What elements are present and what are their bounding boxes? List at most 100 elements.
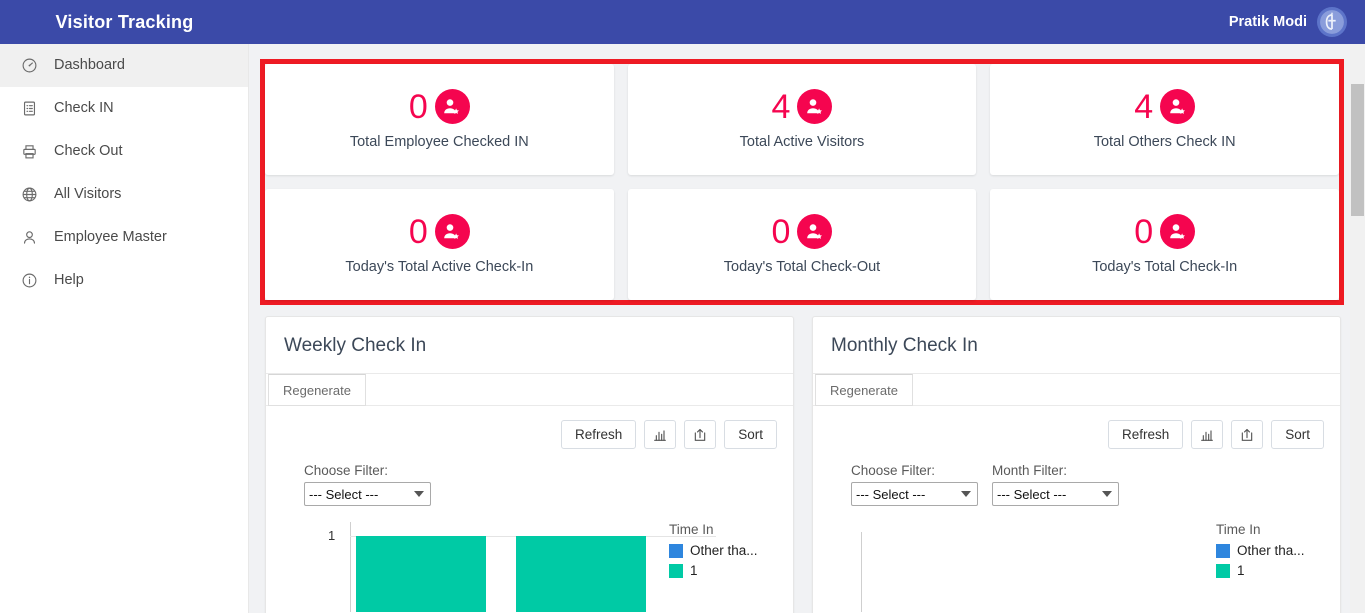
panel-tabstrip: Regenerate [266,374,793,406]
refresh-button[interactable]: Refresh [1107,420,1184,449]
kpi-card-grid: 0 Total Employee Checked IN 4 Total Acti… [265,64,1339,300]
chart-bar[interactable] [356,536,486,612]
legend-swatch [1216,563,1230,578]
sidebar-item-check-out[interactable]: Check Out [0,130,248,173]
panel-toolbar: Refresh Sort [813,406,1340,449]
topbar-user-area[interactable]: Pratik Modi [1229,0,1365,44]
sidebar-item-employee-master[interactable]: Employee Master [0,216,248,259]
kpi-label: Total Active Visitors [739,134,865,150]
panel-filters: Choose Filter: --- Select --- [266,449,793,506]
weekly-chart: 1 Time In Other tha... 1 [266,522,793,612]
sidebar-item-all-visitors[interactable]: All Visitors [0,173,248,216]
chart-legend: Time In Other tha... 1 [1216,522,1326,583]
sidebar-item-label: Check IN [54,100,114,117]
monthly-chart: Time In Other tha... 1 [813,522,1340,612]
top-bar: Visitor Tracking Pratik Modi [0,0,1365,44]
user-name-label: Pratik Modi [1228,14,1307,30]
app-root: Visitor Tracking Pratik Modi Dashboard C… [0,0,1365,613]
sort-button[interactable]: Sort [1271,420,1324,449]
legend-swatch [1216,543,1230,558]
kpi-top-row: 0 [409,214,470,249]
kpi-value: 0 [1134,212,1154,251]
panel-tabstrip: Regenerate [813,374,1340,406]
legend-item[interactable]: Other tha... [669,543,779,558]
sidebar-item-label: Employee Master [54,229,167,246]
chart-bar[interactable] [516,536,646,612]
kpi-card-todays-total-active-check-in[interactable]: 0 Today's Total Active Check-In [265,189,614,300]
kpi-label: Total Others Check IN [1093,134,1236,150]
kpi-card-total-others-check-in[interactable]: 4 Total Others Check IN [990,64,1339,175]
kpi-value: 0 [408,87,428,126]
clipboard-list-icon [20,100,38,118]
filter-month: Month Filter: --- Select --- [992,463,1119,506]
chart-legend: Time In Other tha... 1 [669,522,779,583]
dashboard-gauge-icon [20,57,38,75]
chart-plot-area [350,522,653,612]
sidebar-item-help[interactable]: Help [0,259,248,302]
filter-label: Month Filter: [992,463,1068,478]
panel-weekly-check-in: Weekly Check In Regenerate Refresh Sort … [265,316,794,613]
sidebar-item-check-in[interactable]: Check IN [0,87,248,130]
kpi-card-todays-total-check-in[interactable]: 0 Today's Total Check-In [990,189,1339,300]
info-circle-icon [20,272,38,290]
kpi-top-row: 0 [772,214,833,249]
panel-toolbar: Refresh Sort [266,406,793,449]
kpi-card-total-active-visitors[interactable]: 4 Total Active Visitors [627,64,977,175]
month-filter-select[interactable]: --- Select --- [992,482,1119,506]
legend-label: Other tha... [690,543,758,558]
panel-title: Monthly Check In [813,317,1340,374]
user-star-icon [797,89,833,124]
choose-filter-value: --- Select --- [309,486,379,502]
user-star-icon [1160,214,1196,249]
brand-title: Visitor Tracking [0,0,249,44]
panel-monthly-check-in: Monthly Check In Regenerate Refresh Sort… [812,316,1341,613]
legend-item[interactable]: 1 [669,563,779,578]
main-content: 0 Total Employee Checked IN 4 Total Acti… [249,44,1365,613]
kpi-value: 0 [771,212,791,251]
chevron-down-icon [1102,491,1112,497]
sidebar-item-dashboard[interactable]: Dashboard [0,44,248,87]
user-star-icon [1160,89,1196,124]
kpi-card-total-employee-checked-in[interactable]: 0 Total Employee Checked IN [265,64,614,175]
vertical-scrollbar-thumb[interactable] [1351,84,1364,216]
legend-item[interactable]: Other tha... [1216,543,1326,558]
user-star-icon [797,214,833,249]
chevron-down-icon [961,491,971,497]
choose-filter-select[interactable]: --- Select --- [304,482,431,506]
choose-filter-select[interactable]: --- Select --- [851,482,978,506]
user-star-icon [434,89,470,124]
tab-regenerate[interactable]: Regenerate [268,374,366,406]
printer-icon [20,143,38,161]
legend-item[interactable]: 1 [1216,563,1326,578]
kpi-card-todays-total-check-out[interactable]: 0 Today's Total Check-Out [627,189,977,300]
user-star-icon [434,214,470,249]
kpi-top-row: 4 [772,89,833,124]
tab-regenerate[interactable]: Regenerate [815,374,913,406]
kpi-label: Today's Total Check-Out [723,259,881,275]
export-upload-icon[interactable] [684,420,717,449]
kpi-value: 4 [771,87,791,126]
filter-label: Choose Filter: [304,463,389,478]
globe-icon [20,186,38,204]
refresh-button[interactable]: Refresh [560,420,637,449]
legend-label: 1 [1237,563,1245,578]
kpi-label: Total Employee Checked IN [349,134,529,150]
kpi-top-row: 4 [1134,87,1196,126]
kpi-label: Today's Total Check-In [1092,259,1238,275]
legend-swatch [669,563,683,578]
vertical-scrollbar-track[interactable] [1350,44,1365,613]
kpi-value: 4 [1134,87,1154,126]
bar-chart-icon[interactable] [1191,420,1224,449]
export-upload-icon[interactable] [1231,420,1264,449]
person-icon [20,229,38,247]
legend-label: 1 [690,563,698,578]
y-axis-tick-label: 1 [328,528,336,543]
user-avatar-icon[interactable] [1317,7,1347,37]
sidebar-item-label: All Visitors [54,186,122,203]
kpi-top-row: 0 [409,89,470,124]
panel-title: Weekly Check In [266,317,793,374]
sort-button[interactable]: Sort [724,420,777,449]
bar-chart-icon[interactable] [644,420,677,449]
legend-title: Time In [1216,522,1261,537]
sidebar: Dashboard Check IN Check Out All Visitor… [0,44,249,613]
